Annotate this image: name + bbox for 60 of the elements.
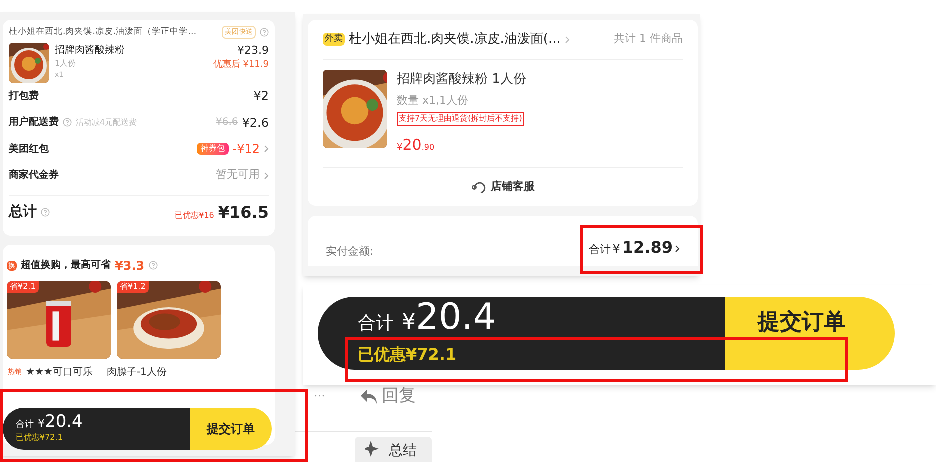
reply-link[interactable]: 回复 [382, 384, 416, 410]
store-name: 杜小姐在西北.肉夹馍.凉皮.油泼面（学正中学… [9, 26, 197, 39]
paid-label: 实付金额: [326, 244, 374, 260]
summary-button[interactable]: 总结 [355, 437, 432, 462]
item-count: 共计 1 件商品 [614, 31, 683, 48]
row-value: 暂无可用 [216, 167, 260, 184]
row-value: ¥2 [254, 88, 269, 105]
store-name: 杜小姐在西北.肉夹馍.凉皮.油泼面(... [349, 30, 561, 49]
currency: ¥ [612, 241, 620, 258]
submit-order-button[interactable]: 提交订单 [725, 297, 895, 370]
swap-title: 超值换购，最高可省 [21, 258, 111, 274]
chevron-icon [264, 172, 269, 180]
help-icon [148, 261, 158, 270]
total-amount: 20.4 [45, 414, 83, 431]
product-name: 肉臊子-1人份 [106, 366, 167, 380]
currency: ¥ [38, 416, 45, 432]
item-portion: 1人份 [55, 58, 78, 70]
total-label: 合计 [16, 418, 34, 432]
chevron-icon [675, 245, 680, 253]
total-label: 合计 [358, 312, 394, 336]
total-amount: 20.4 [416, 300, 496, 336]
reply-icon [360, 388, 378, 405]
product-name: ★★★可口可乐 [26, 366, 93, 380]
more-text: ··· [314, 388, 326, 405]
discounted-price: 优惠后 ¥11.9 [213, 59, 269, 72]
submit-order-button[interactable]: 提交订单 [190, 408, 272, 450]
row-hint: 活动减4元配送费 [76, 116, 138, 128]
saved-amount: 已优惠¥72.1 [358, 344, 458, 366]
row-value: ¥2.6 [242, 114, 269, 132]
total-amount: ¥16.5 [218, 202, 269, 224]
takeout-tag: 外卖 [323, 32, 345, 46]
save-badge: 省¥1.2 [117, 280, 149, 293]
item-quantity: 数量 x1,1人份 [397, 92, 470, 108]
chevron-icon [564, 36, 570, 44]
coupon-badge: 神券包 [196, 143, 229, 155]
saved-amount: 已优惠¥72.1 [16, 432, 64, 444]
chevron-icon [264, 145, 269, 153]
help-icon [63, 118, 72, 127]
item-name: 招牌肉酱酸辣粉 [55, 44, 126, 58]
original-price: ¥6.6 [216, 116, 238, 130]
saved-amount: 已优惠¥16 [175, 210, 214, 222]
row-label: 美团红包 [9, 142, 49, 156]
item-name: 招牌肉酱酸辣粉 1人份 [397, 71, 526, 89]
currency: ¥ [402, 309, 416, 337]
save-badge: 省¥2.1 [7, 280, 39, 293]
row-label: 打包费 [9, 90, 39, 104]
total-label: 合计 [588, 242, 611, 258]
help-icon [41, 208, 50, 218]
sparkle-icon [365, 441, 381, 457]
item-price: ¥23.9 [238, 42, 269, 59]
total-label: 总计 [9, 203, 37, 222]
customer-service-button[interactable]: 店铺客服 [491, 178, 535, 196]
discount-value: -¥12 [232, 141, 260, 158]
price: ¥20.90 [397, 135, 435, 156]
help-icon [260, 28, 269, 37]
swap-amount: ¥3.3 [115, 258, 145, 275]
total-amount: 12.89 [622, 237, 673, 259]
return-policy-tag: 支持7天无理由退货(拆封后不支持) [397, 112, 524, 126]
row-label: 用户配送费 [9, 115, 59, 130]
row-label: 商家代金券 [9, 168, 59, 183]
